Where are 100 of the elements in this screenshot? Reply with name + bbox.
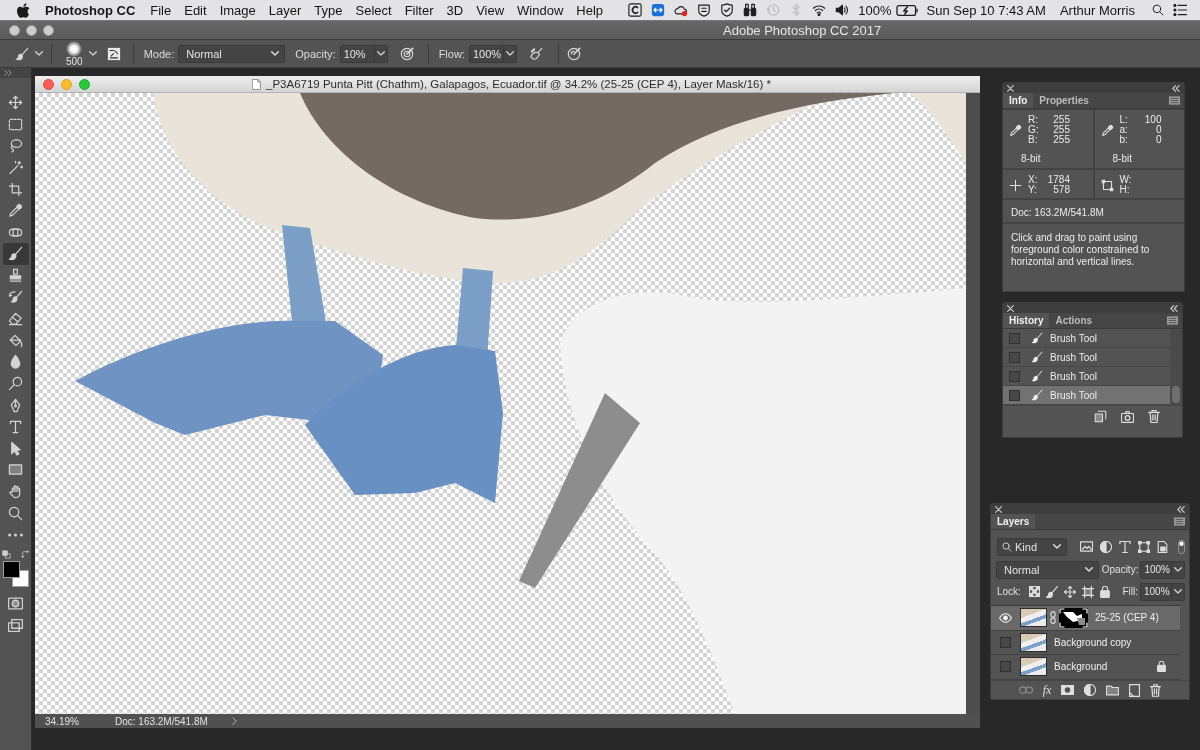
apple-icon[interactable]	[17, 2, 30, 18]
chain-icon[interactable]	[1050, 611, 1056, 625]
menu-item[interactable]: Image	[219, 2, 256, 18]
screen-mode-icon[interactable]	[8, 619, 23, 633]
checkerboard-icon[interactable]	[1028, 586, 1040, 597]
shield-check-icon[interactable]	[720, 3, 735, 17]
speaker-icon[interactable]	[835, 3, 850, 17]
window-close-button[interactable]	[9, 24, 20, 36]
filter-toggle[interactable]	[1178, 539, 1185, 554]
mode-dropdown[interactable]: Normal	[178, 44, 286, 63]
blend-mode-dropdown[interactable]: Normal	[996, 560, 1099, 579]
snapshot-checkbox[interactable]	[1009, 370, 1020, 382]
four-way-arrow-icon[interactable]	[1063, 585, 1076, 598]
eye-icon[interactable]	[999, 612, 1012, 623]
caret-icon[interactable]	[35, 51, 43, 56]
opacity-field[interactable]: 10%	[339, 44, 375, 63]
menu-item[interactable]: File	[150, 2, 172, 18]
default-colors-icon[interactable]	[1, 549, 11, 559]
layer-row[interactable]: Background	[991, 655, 1180, 680]
user-name[interactable]: Arthur Morris	[1059, 2, 1135, 18]
menu-item[interactable]: 3D	[446, 2, 464, 18]
zoom-icon	[8, 505, 23, 521]
cloud-icon[interactable]	[674, 3, 689, 17]
wifi-icon[interactable]	[812, 3, 827, 17]
lock-icon[interactable]	[1099, 585, 1110, 598]
collapse-icon[interactable]	[1172, 84, 1180, 92]
panel-tab[interactable]: History	[1003, 313, 1050, 328]
brush-icon[interactable]	[1045, 585, 1058, 598]
artboard-icon[interactable]	[1081, 585, 1094, 598]
app-menu[interactable]: Photoshop CC	[45, 2, 136, 18]
menu-item[interactable]: Window	[517, 2, 564, 18]
brush-icon[interactable]	[15, 46, 29, 61]
new-document-icon[interactable]	[1094, 410, 1107, 423]
c-square-icon[interactable]	[628, 3, 643, 17]
menu-item[interactable]: Edit	[184, 2, 207, 18]
quick-mask-icon[interactable]	[8, 597, 23, 611]
battery-icon[interactable]	[895, 3, 918, 17]
trash-icon[interactable]	[1150, 683, 1162, 697]
binoculars-icon[interactable]	[743, 3, 758, 17]
layer-row[interactable]: 25-25 (CEP 4)	[991, 606, 1180, 631]
collapse-icon[interactable]	[1170, 304, 1178, 312]
list-icon[interactable]	[1173, 4, 1188, 16]
effects-button[interactable]: fx	[1042, 682, 1052, 698]
layer-row[interactable]: Background copy	[991, 630, 1180, 655]
mask-thumbnail[interactable]	[1059, 607, 1088, 628]
menu-item[interactable]: Type	[314, 2, 343, 18]
folder-icon[interactable]	[1106, 684, 1120, 696]
mask-icon[interactable]	[1061, 685, 1075, 695]
swap-colors-icon[interactable]	[20, 549, 30, 559]
close-button[interactable]	[43, 78, 54, 90]
bit-depth: 8-bit	[1021, 153, 1042, 164]
lock-icon[interactable]	[1157, 661, 1166, 673]
panel-tab[interactable]: Info	[1003, 93, 1034, 108]
brush-tool-button[interactable]	[2, 243, 29, 265]
shield-icon[interactable]	[697, 3, 712, 17]
flow-field[interactable]: 100%	[468, 44, 504, 63]
menu-item[interactable]: Filter	[404, 2, 434, 18]
fill-menu-button[interactable]	[1172, 582, 1185, 601]
close-icon[interactable]	[1007, 84, 1014, 92]
opacity-menu-button[interactable]	[1172, 560, 1185, 579]
close-icon[interactable]	[995, 505, 1002, 513]
foreground-swatch[interactable]	[2, 561, 20, 579]
menu-item[interactable]: Help	[576, 2, 604, 18]
close-icon[interactable]	[1007, 304, 1014, 312]
pressure-pen-icon[interactable]	[399, 46, 414, 61]
image-icon[interactable]	[1080, 541, 1093, 552]
brush-picker-button[interactable]: 500	[66, 40, 97, 67]
menu-item[interactable]: Layer	[268, 2, 302, 18]
search-icon[interactable]	[1152, 4, 1164, 16]
camera-icon[interactable]	[1121, 410, 1134, 423]
snapshot-checkbox[interactable]	[1009, 351, 1020, 363]
history-state[interactable]: Brush Tool	[1003, 348, 1170, 367]
airbrush-icon[interactable]	[528, 46, 544, 61]
chevron-icon[interactable]	[232, 717, 237, 725]
smart-object-icon[interactable]	[1157, 540, 1168, 553]
menu-item[interactable]: Select	[355, 2, 392, 18]
scrollbar-thumb[interactable]	[1172, 386, 1180, 403]
zoom-level[interactable]: 34.19%	[35, 715, 115, 727]
panel-tab[interactable]: Actions	[1049, 313, 1099, 328]
panel-tab[interactable]: Layers	[991, 514, 1036, 529]
layer-filter-dropdown[interactable]: Kind	[997, 537, 1067, 556]
pressure-size-icon[interactable]	[566, 46, 581, 61]
window-minimize-button[interactable]	[26, 24, 37, 36]
panel-tab[interactable]: Properties	[1033, 93, 1095, 108]
type-icon[interactable]	[1119, 540, 1131, 553]
new-layer-icon[interactable]	[1129, 683, 1141, 697]
fill-field[interactable]: 100%	[1140, 582, 1172, 601]
snapshot-checkbox[interactable]	[1009, 332, 1020, 344]
history-state[interactable]: Brush Tool	[1003, 329, 1170, 348]
double-chevron-icon[interactable]	[4, 70, 12, 76]
brush-settings-icon[interactable]	[106, 46, 121, 61]
window-zoom-button[interactable]	[43, 24, 54, 36]
opacity-field[interactable]: 100%	[1140, 560, 1173, 579]
snapshot-checkbox[interactable]	[1009, 389, 1020, 401]
shape-icon[interactable]	[1138, 540, 1150, 553]
collapse-icon[interactable]	[1177, 505, 1185, 513]
menu-item[interactable]: View	[476, 2, 505, 18]
history-state[interactable]: Brush Tool	[1003, 386, 1170, 405]
trash-icon[interactable]	[1148, 410, 1160, 423]
menu-bar-clock[interactable]: Sun Sep 10 7:43 AM	[926, 2, 1046, 18]
